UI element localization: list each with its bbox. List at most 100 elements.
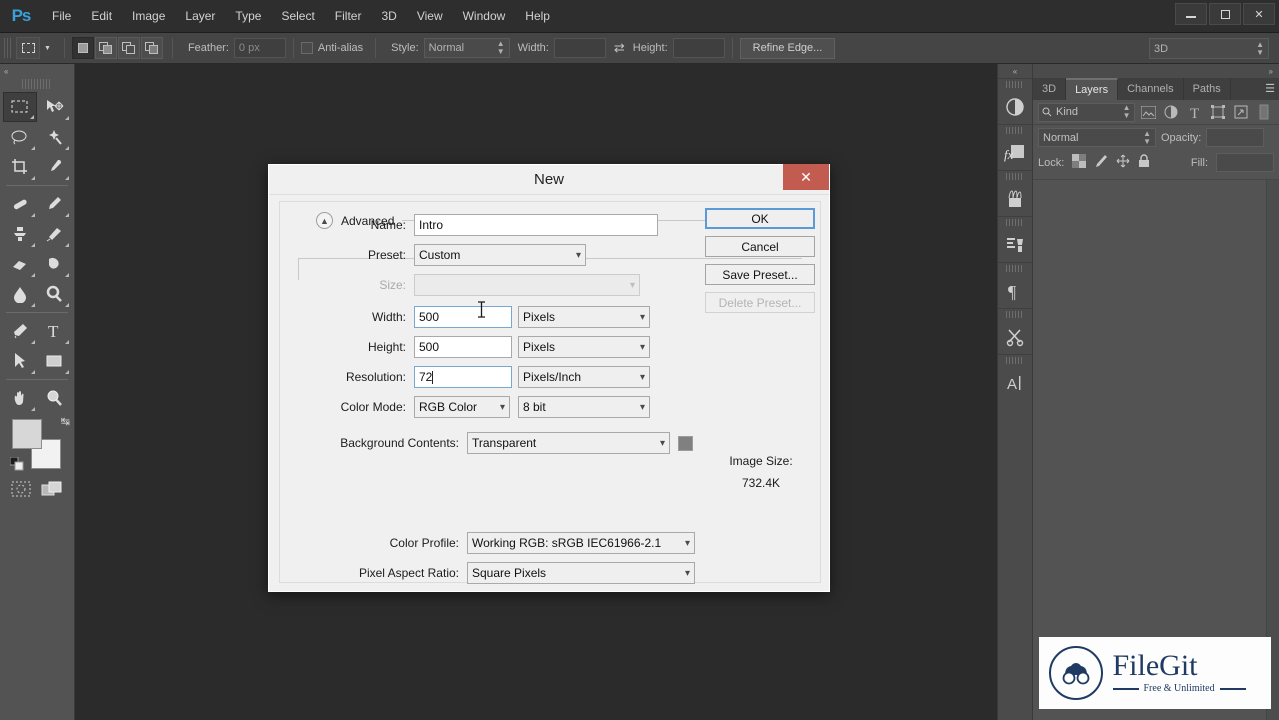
history-brush-tool[interactable] <box>37 219 71 249</box>
toolbar-grip[interactable] <box>22 79 52 89</box>
width-input[interactable]: 500 <box>414 306 512 328</box>
width-unit-select[interactable]: Pixels ▾ <box>518 306 650 328</box>
pixel-layer-filter-icon[interactable] <box>1139 103 1158 122</box>
preset-select[interactable]: Custom ▾ <box>414 244 586 266</box>
path-selection-tool[interactable] <box>3 346 37 376</box>
background-color-chip[interactable] <box>678 435 693 451</box>
spot-healing-brush-tool[interactable] <box>3 189 37 219</box>
color-profile-select[interactable]: Working RGB: sRGB IEC61966-2.1 ▾ <box>467 532 695 554</box>
anti-alias-checkbox[interactable] <box>300 42 313 54</box>
layers-panel-collapse-button[interactable]: » <box>1033 64 1279 78</box>
subtract-from-selection-button[interactable] <box>117 37 140 59</box>
lock-image-pixels-icon[interactable] <box>1094 154 1108 171</box>
horizontal-type-tool[interactable]: T <box>37 316 71 346</box>
eyedropper-tool[interactable] <box>37 152 71 182</box>
menu-help[interactable]: Help <box>515 5 560 27</box>
rectangular-marquee-icon[interactable] <box>16 37 40 59</box>
magic-wand-tool[interactable] <box>37 122 71 152</box>
name-input[interactable]: Intro <box>414 214 658 236</box>
selection-width-input[interactable] <box>553 38 606 58</box>
tab-3d[interactable]: 3D <box>1033 78 1067 100</box>
swap-colors-icon[interactable]: ↹ <box>61 415 70 428</box>
menu-file[interactable]: File <box>42 5 81 27</box>
resolution-input[interactable]: 72 <box>414 366 512 388</box>
lasso-tool[interactable] <box>3 122 37 152</box>
hand-tool[interactable] <box>3 383 37 413</box>
adjustment-layer-filter-icon[interactable] <box>1162 103 1181 122</box>
menu-3d[interactable]: 3D <box>371 5 406 27</box>
gradient-tool[interactable] <box>37 249 71 279</box>
new-selection-button[interactable] <box>71 37 94 59</box>
bit-depth-select[interactable]: 8 bit ▾ <box>518 396 650 418</box>
styles-panel-button[interactable]: fx <box>998 124 1032 170</box>
lock-transparent-pixels-icon[interactable] <box>1072 154 1087 171</box>
move-tool[interactable] <box>37 92 71 122</box>
type-layer-filter-icon[interactable]: T <box>1185 103 1204 122</box>
fill-input[interactable]: ▾ <box>1216 153 1274 172</box>
brush-panel-button[interactable] <box>998 170 1032 216</box>
rectangle-tool[interactable] <box>37 346 71 376</box>
screen-mode-icon[interactable] <box>41 481 63 500</box>
brush-tool[interactable] <box>37 189 71 219</box>
swap-width-height-icon[interactable]: ⇄ <box>614 40 625 56</box>
menu-type[interactable]: Type <box>225 5 271 27</box>
adjustments-panel-button[interactable] <box>998 78 1032 124</box>
refine-edge-button[interactable]: Refine Edge... <box>739 37 836 59</box>
add-to-selection-button[interactable] <box>94 37 117 59</box>
height-unit-select[interactable]: Pixels ▾ <box>518 336 650 358</box>
menu-edit[interactable]: Edit <box>81 5 122 27</box>
resolution-unit-select[interactable]: Pixels/Inch ▾ <box>518 366 650 388</box>
lock-all-icon[interactable] <box>1138 154 1150 171</box>
menu-layer[interactable]: Layer <box>175 5 225 27</box>
clone-stamp-tool[interactable] <box>3 219 37 249</box>
crop-tool[interactable] <box>3 152 37 182</box>
quick-mask-icon[interactable] <box>11 481 31 500</box>
close-button[interactable]: ✕ <box>1243 3 1275 25</box>
tab-channels[interactable]: Channels <box>1118 78 1184 100</box>
menu-filter[interactable]: Filter <box>325 5 372 27</box>
eraser-tool[interactable] <box>3 249 37 279</box>
lock-position-icon[interactable] <box>1116 154 1130 171</box>
timeline-panel-button[interactable] <box>998 308 1032 354</box>
paragraph-panel-button[interactable]: ¶ <box>998 262 1032 308</box>
dialog-close-button[interactable]: ✕ <box>783 164 829 190</box>
cancel-button[interactable]: Cancel <box>705 236 815 257</box>
menu-view[interactable]: View <box>407 5 453 27</box>
tab-layers[interactable]: Layers <box>1066 78 1119 100</box>
menu-select[interactable]: Select <box>271 5 324 27</box>
color-mode-select[interactable]: RGB Color ▾ <box>414 396 510 418</box>
tool-preset-chevron-down-icon[interactable]: ▼ <box>42 45 57 52</box>
clone-source-panel-button[interactable] <box>998 216 1032 262</box>
default-colors-icon[interactable] <box>9 456 24 474</box>
foreground-color-swatch[interactable] <box>12 419 42 449</box>
layer-kind-select[interactable]: Kind ▲ ▼ <box>1038 102 1135 122</box>
blur-tool[interactable] <box>3 279 37 309</box>
dock-collapse-button[interactable]: « <box>998 64 1032 78</box>
save-preset-button[interactable]: Save Preset... <box>705 264 815 285</box>
selection-height-input[interactable] <box>672 38 725 58</box>
pen-tool[interactable] <box>3 316 37 346</box>
background-contents-select[interactable]: Transparent ▾ <box>467 432 670 454</box>
smart-object-filter-icon[interactable] <box>1232 103 1251 122</box>
pixel-aspect-ratio-select[interactable]: Square Pixels ▾ <box>467 562 695 584</box>
minimize-button[interactable] <box>1175 3 1207 25</box>
ok-button[interactable]: OK <box>705 208 815 229</box>
rectangular-marquee-tool[interactable] <box>3 92 37 122</box>
toolbar-collapse-button[interactable]: « <box>0 64 74 78</box>
shape-layer-filter-icon[interactable] <box>1208 103 1227 122</box>
opacity-input[interactable]: ▾ <box>1206 128 1265 147</box>
style-select[interactable]: Normal ▲ ▼ <box>423 38 510 58</box>
intersect-with-selection-button[interactable] <box>140 37 163 59</box>
tab-paths[interactable]: Paths <box>1184 78 1231 100</box>
height-input[interactable]: 500 <box>414 336 512 358</box>
menu-image[interactable]: Image <box>122 5 175 27</box>
filter-toggle-switch[interactable] <box>1255 103 1274 122</box>
options-bar-grip[interactable] <box>4 38 12 58</box>
maximize-button[interactable] <box>1209 3 1241 25</box>
menu-window[interactable]: Window <box>453 5 516 27</box>
blend-mode-select[interactable]: Normal ▲ ▼ <box>1038 128 1156 147</box>
workspace-select[interactable]: 3D ▲ ▼ <box>1149 38 1269 59</box>
zoom-tool[interactable] <box>37 383 71 413</box>
character-panel-button[interactable]: A <box>998 354 1032 400</box>
feather-input[interactable]: 0 px <box>233 38 286 58</box>
